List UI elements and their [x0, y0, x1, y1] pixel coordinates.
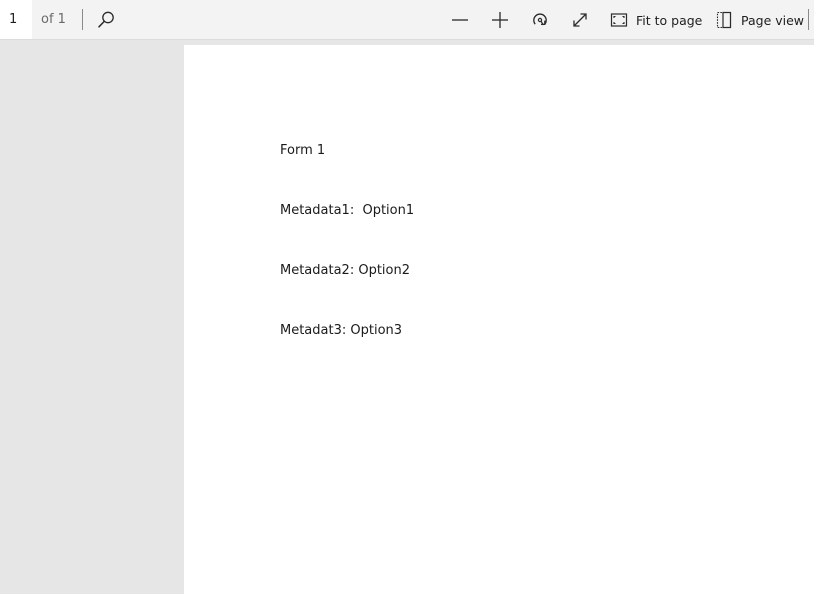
rotate-button[interactable] [526, 6, 554, 34]
expand-icon [570, 10, 590, 30]
search-icon [96, 10, 116, 30]
metadata-line-1: Metadata1: Option1 [280, 203, 415, 218]
fit-to-page-icon [610, 11, 628, 29]
plus-icon [490, 10, 510, 30]
pdf-toolbar: of 1 [0, 0, 814, 40]
metadata-line-2: Metadata2: Option2 [280, 263, 410, 278]
viewer-background [0, 41, 184, 594]
minus-icon [450, 10, 470, 30]
page-number-input[interactable] [0, 0, 32, 39]
metadata-line-3: Metadat3: Option3 [280, 323, 403, 338]
fit-to-page-button[interactable]: Fit to page [610, 6, 702, 34]
toolbar-divider [82, 9, 83, 30]
page-view-button[interactable]: Page view [715, 6, 804, 34]
toolbar-divider [808, 9, 809, 30]
rotate-icon [530, 10, 550, 30]
page-view-label: Page view [741, 12, 805, 28]
page-view-icon [715, 11, 733, 29]
form-title: Form 1 [280, 143, 326, 158]
document-page: Form 1 Metadata1: Option1 Metadata2: Opt… [184, 45, 814, 594]
fullscreen-button[interactable] [566, 6, 594, 34]
fit-to-page-label: Fit to page [636, 12, 703, 28]
zoom-in-button[interactable] [486, 6, 514, 34]
search-button[interactable] [92, 6, 120, 34]
page-count-label: of 1 [41, 12, 66, 27]
zoom-out-button[interactable] [446, 6, 474, 34]
